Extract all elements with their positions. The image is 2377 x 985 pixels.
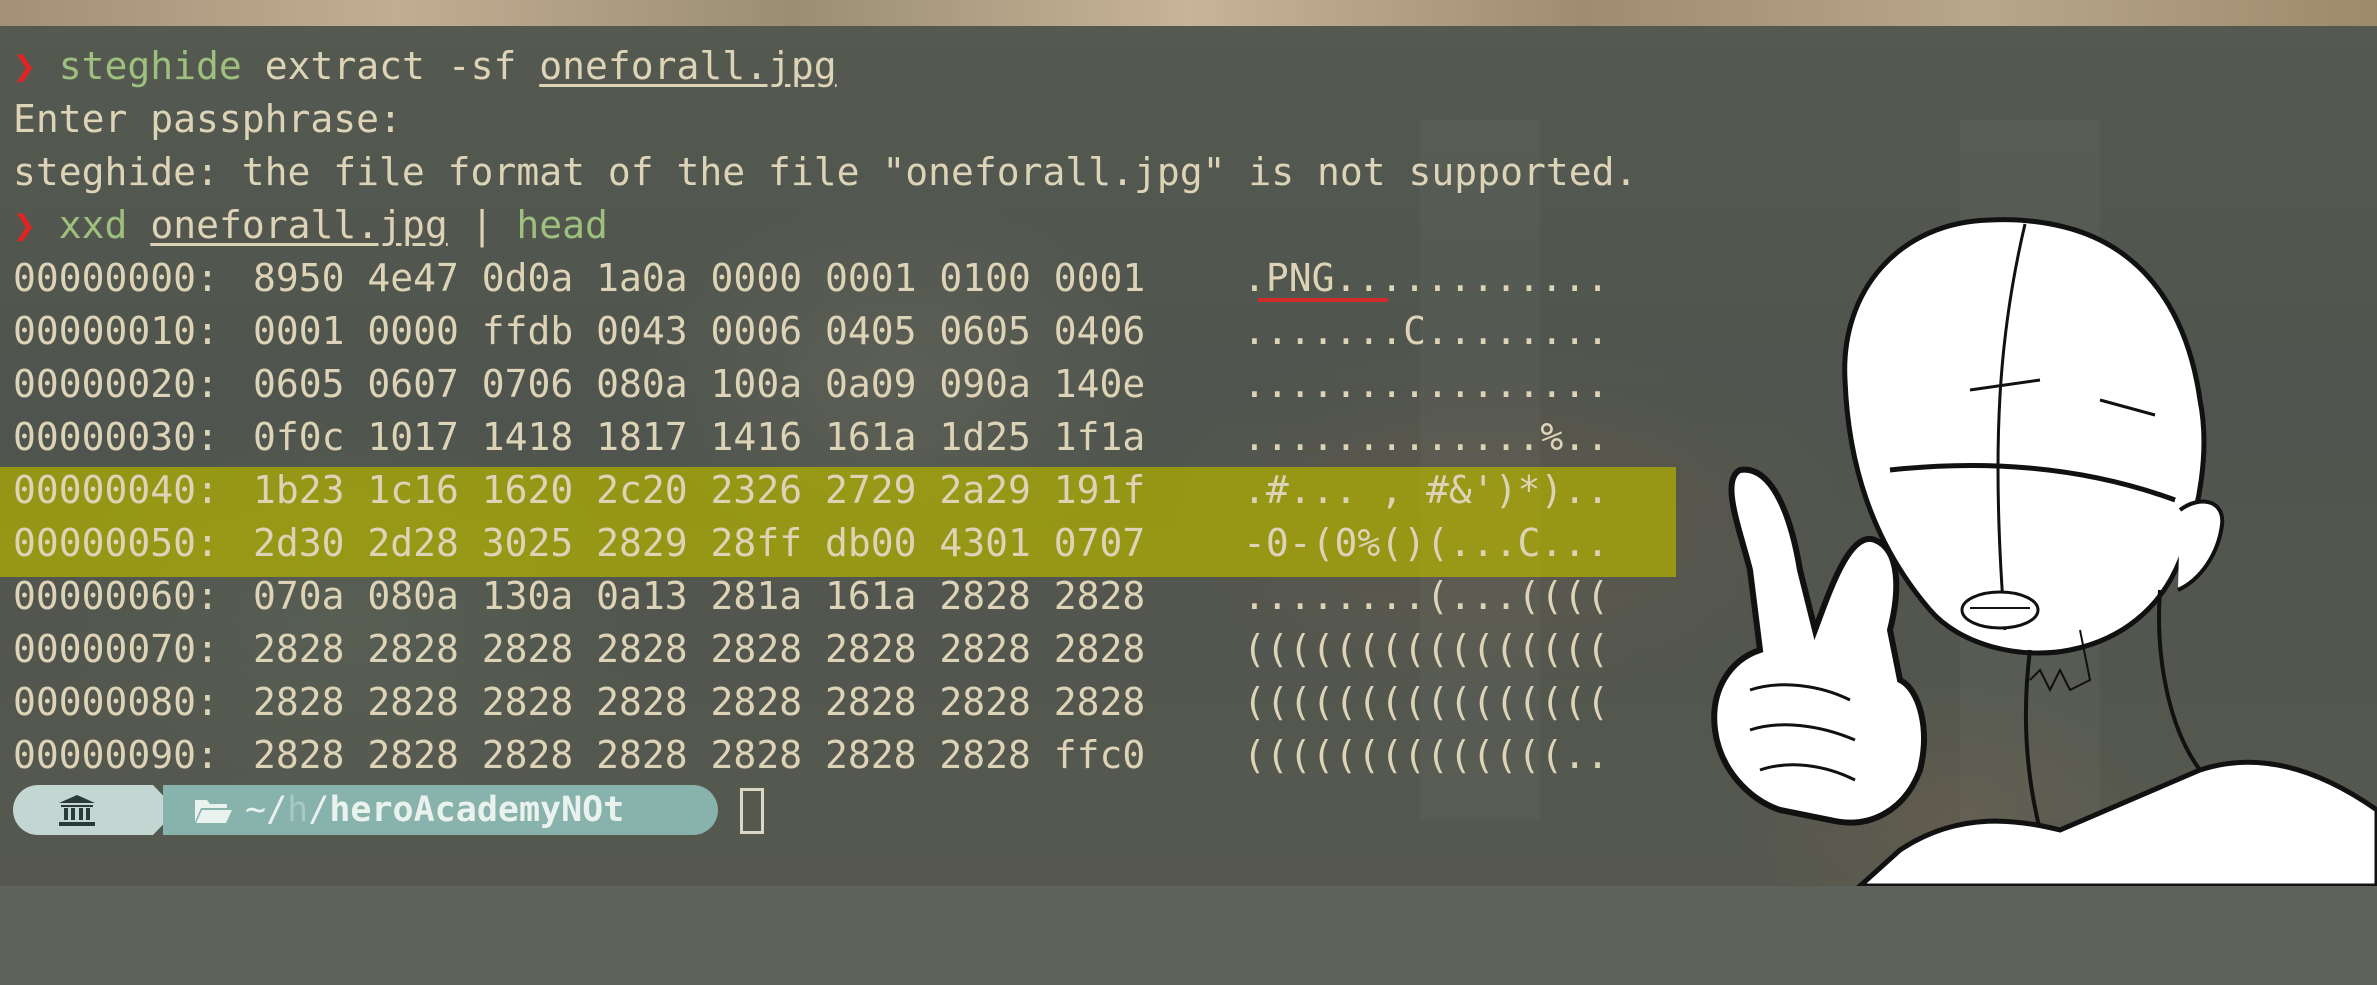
- hex-ascii: ((((((((((((((..: [1243, 733, 1610, 777]
- command-line-steghide: ❯ steghide extract -sf oneforall.jpg: [13, 40, 837, 93]
- hexdump-row: 00000020: 0605 0607 0706 080a 100a 0a09 0…: [13, 358, 1609, 411]
- hexdump-row: 00000010: 0001 0000 ffdb 0043 0006 0405 0…: [13, 305, 1609, 358]
- hexdump-row: 00000050: 2d30 2d28 3025 2829 28ff db00 4…: [13, 517, 1609, 570]
- hex-offset: 00000070:: [13, 627, 219, 671]
- command-args: extract -sf: [241, 44, 540, 88]
- hex-ascii: ((((((((((((((((: [1243, 680, 1610, 724]
- hexdump-row: 00000090: 2828 2828 2828 2828 2828 2828 2…: [13, 729, 1609, 782]
- prompt-arrow: ❯: [13, 203, 36, 247]
- hex-ascii: ((((((((((((((((: [1243, 627, 1610, 671]
- path-prefix: ~/: [245, 790, 288, 830]
- command-name: xxd: [58, 203, 128, 247]
- hex-offset: 00000050:: [13, 521, 219, 565]
- hex-offset: 00000000:: [13, 256, 219, 300]
- powerline-path-segment: ~/h/heroAcademyNOt: [163, 785, 718, 835]
- hex-offset: 00000030:: [13, 415, 219, 459]
- command-line-xxd: ❯ xxd oneforall.jpg | head: [13, 199, 608, 252]
- output-error-message: steghide: the file format of the file "o…: [13, 150, 1638, 194]
- file-argument[interactable]: oneforall.jpg: [539, 44, 836, 88]
- hex-bytes: 2828 2828 2828 2828 2828 2828 2828 ffc0: [253, 733, 1146, 777]
- command-name: head: [516, 203, 608, 247]
- path-dirname: heroAcademyNOt: [329, 790, 625, 830]
- wallpaper-top-strip: [0, 0, 2377, 26]
- hexdump-row: 00000080: 2828 2828 2828 2828 2828 2828 2…: [13, 676, 1609, 729]
- hex-bytes: 0605 0607 0706 080a 100a 0a09 090a 140e: [253, 362, 1146, 406]
- hex-bytes: 2d30 2d28 3025 2829 28ff db00 4301 0707: [253, 521, 1146, 565]
- hex-bytes: 2828 2828 2828 2828 2828 2828 2828 2828: [253, 680, 1146, 724]
- hex-bytes: 0001 0000 ffdb 0043 0006 0405 0605 0406: [253, 309, 1146, 353]
- current-path: ~/h/heroAcademyNOt: [245, 785, 624, 835]
- prompt-arrow: ❯: [13, 44, 36, 88]
- output-passphrase-prompt: Enter passphrase:: [13, 97, 402, 141]
- hex-bytes: 8950 4e47 0d0a 1a0a 0000 0001 0100 0001: [253, 256, 1146, 300]
- hex-offset: 00000080:: [13, 680, 219, 724]
- hexdump-row: 00000060: 070a 080a 130a 0a13 281a 161a 2…: [13, 570, 1609, 623]
- hex-bytes: 2828 2828 2828 2828 2828 2828 2828 2828: [253, 627, 1146, 671]
- hexdump-row: 00000070: 2828 2828 2828 2828 2828 2828 2…: [13, 623, 1609, 676]
- file-argument[interactable]: oneforall.jpg: [150, 203, 447, 247]
- hex-offset: 00000040:: [13, 468, 219, 512]
- hex-ascii: ................: [1243, 362, 1610, 406]
- hex-ascii: .............%..: [1243, 415, 1610, 459]
- hexdump-row: 00000030: 0f0c 1017 1418 1817 1416 161a 1…: [13, 411, 1609, 464]
- hex-ascii: .......C........: [1243, 309, 1610, 353]
- bank-icon: [59, 795, 95, 826]
- hex-bytes: 070a 080a 130a 0a13 281a 161a 2828 2828: [253, 574, 1146, 618]
- text-cursor[interactable]: [740, 788, 764, 834]
- hex-ascii: .PNG............: [1243, 256, 1610, 300]
- path-abbrev: h: [287, 790, 309, 830]
- hex-offset: 00000020:: [13, 362, 219, 406]
- command-name: steghide: [58, 44, 242, 88]
- anime-character-thumbs-up-illustration: [1711, 217, 2377, 886]
- hex-bytes: 1b23 1c16 1620 2c20 2326 2729 2a29 191f: [253, 468, 1146, 512]
- hex-ascii: .#... , #&')*)..: [1243, 468, 1610, 512]
- hex-offset: 00000010:: [13, 309, 219, 353]
- hex-bytes: 0f0c 1017 1418 1817 1416 161a 1d25 1f1a: [253, 415, 1146, 459]
- hex-ascii: ........(...((((: [1243, 574, 1610, 618]
- hexdump-row: 00000040: 1b23 1c16 1620 2c20 2326 2729 2…: [13, 464, 1609, 517]
- hexdump-row: 00000000: 8950 4e47 0d0a 1a0a 0000 0001 0…: [13, 252, 1609, 305]
- hex-offset: 00000090:: [13, 733, 219, 777]
- folder-open-icon: [195, 800, 232, 823]
- powerline-home-segment: [13, 785, 153, 835]
- path-separator: /: [308, 790, 330, 830]
- pipe-operator: |: [447, 203, 517, 247]
- hex-ascii: -0-(0%()(...C...: [1243, 521, 1610, 565]
- hex-offset: 00000060:: [13, 574, 219, 618]
